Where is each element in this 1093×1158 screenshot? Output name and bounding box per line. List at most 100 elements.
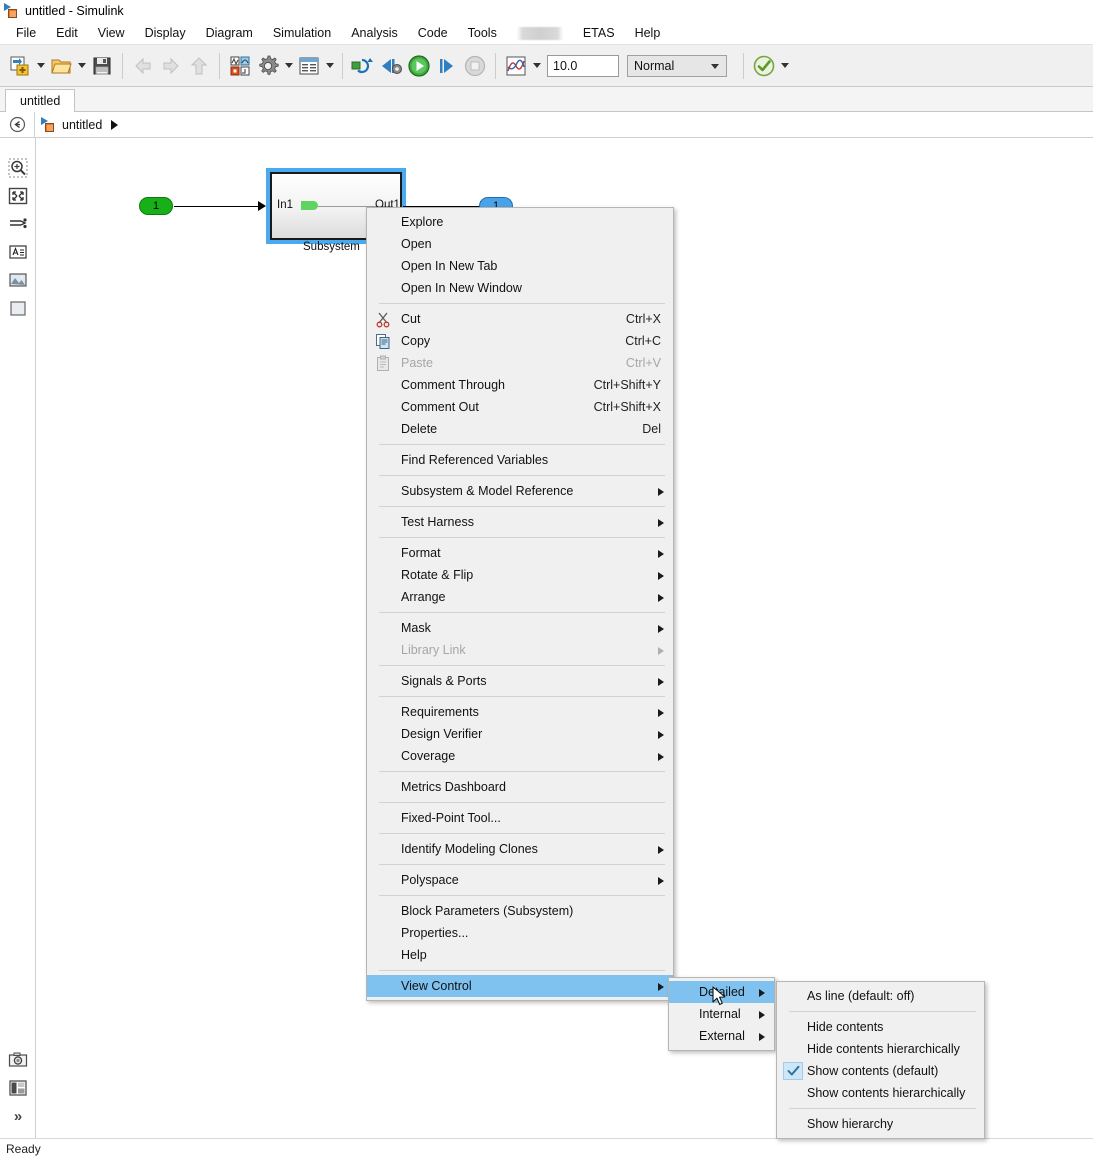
ctx-open-in-new-tab[interactable]: Open In New Tab — [367, 255, 673, 277]
simulation-mode-select[interactable]: Normal — [627, 55, 727, 77]
ctx-requirements[interactable]: Requirements — [367, 701, 673, 723]
image-icon[interactable] — [0, 266, 36, 294]
status-text: Ready — [6, 1142, 41, 1156]
menu-etas[interactable]: ETAS — [573, 23, 625, 43]
ctx-fixed-point-tool[interactable]: Fixed-Point Tool... — [367, 807, 673, 829]
ctx-rotate-flip[interactable]: Rotate & Flip — [367, 564, 673, 586]
signal-line-in[interactable] — [174, 206, 260, 207]
save-icon[interactable] — [88, 52, 116, 80]
menu-diagram[interactable]: Diagram — [196, 23, 263, 43]
ctx-copy[interactable]: Copy Ctrl+C — [367, 330, 673, 352]
model-advisor-dropdown[interactable] — [778, 52, 791, 80]
model-explorer-icon[interactable] — [295, 52, 323, 80]
ctx-comment-out[interactable]: Comment Out Ctrl+Shift+X — [367, 396, 673, 418]
scope-dropdown[interactable] — [530, 52, 543, 80]
ctx-metrics-dashboard[interactable]: Metrics Dashboard — [367, 776, 673, 798]
expand-chevrons-icon[interactable]: » — [0, 1102, 36, 1130]
ctx-cut[interactable]: Cut Ctrl+X — [367, 308, 673, 330]
ctx-block-parameters[interactable]: Block Parameters (Subsystem) — [367, 900, 673, 922]
ctx-library-link: Library Link — [367, 639, 673, 661]
layout-icon[interactable] — [0, 1074, 36, 1102]
ctx-coverage[interactable]: Coverage — [367, 745, 673, 767]
model-advisor-check-icon[interactable] — [750, 52, 778, 80]
new-model-icon[interactable] — [6, 52, 34, 80]
ctx-comment-through-label: Comment Through — [401, 378, 554, 392]
open-dropdown[interactable] — [75, 52, 88, 80]
library-browser-icon[interactable] — [226, 52, 254, 80]
tab-untitled[interactable]: untitled — [5, 89, 75, 112]
submenu-hide-contents[interactable]: Hide contents — [777, 1016, 984, 1038]
submenu-internal[interactable]: Internal — [669, 1003, 774, 1025]
subsystem-in-port-label: In1 — [277, 199, 293, 211]
menu-code[interactable]: Code — [408, 23, 458, 43]
step-forward-icon[interactable] — [433, 52, 461, 80]
ctx-library-link-label: Library Link — [401, 643, 661, 657]
signal-routing-icon[interactable] — [0, 210, 36, 238]
update-model-icon[interactable] — [349, 52, 377, 80]
ctx-properties[interactable]: Properties... — [367, 922, 673, 944]
menu-bar: File Edit View Display Diagram Simulatio… — [0, 22, 1093, 45]
ctx-design-verifier[interactable]: Design Verifier — [367, 723, 673, 745]
ctx-separator-4 — [379, 506, 665, 507]
ctx-open-in-new-window[interactable]: Open In New Window — [367, 277, 673, 299]
zoom-tool-icon[interactable] — [0, 154, 36, 182]
submenu-external-label: External — [699, 1029, 748, 1043]
back-circle-icon[interactable] — [0, 116, 34, 133]
submenu-as-line[interactable]: As line (default: off) — [777, 985, 984, 1007]
breadcrumb-model-name[interactable]: untitled — [62, 118, 102, 132]
ctx-comment-through[interactable]: Comment Through Ctrl+Shift+Y — [367, 374, 673, 396]
camera-icon[interactable] — [0, 1046, 36, 1074]
submenu-show-hierarchy[interactable]: Show hierarchy — [777, 1113, 984, 1135]
model-explorer-dropdown[interactable] — [323, 52, 336, 80]
ctx-delete[interactable]: Delete Del — [367, 418, 673, 440]
submenu-detailed[interactable]: Detailed — [669, 981, 774, 1003]
model-config-dropdown[interactable] — [282, 52, 295, 80]
menu-edit[interactable]: Edit — [46, 23, 88, 43]
ctx-format[interactable]: Format — [367, 542, 673, 564]
menu-redacted-item[interactable] — [517, 27, 563, 40]
menu-view[interactable]: View — [88, 23, 135, 43]
submenu-arrow-icon — [658, 647, 664, 655]
inport-block-1[interactable]: 1 — [139, 197, 173, 215]
ctx-open[interactable]: Open — [367, 233, 673, 255]
step-back-icon[interactable] — [377, 52, 405, 80]
simulation-stop-time-input[interactable] — [547, 55, 619, 77]
checkmark-icon — [783, 1062, 803, 1080]
fit-to-view-icon[interactable] — [0, 182, 36, 210]
ctx-find-referenced-variables[interactable]: Find Referenced Variables — [367, 449, 673, 471]
ctx-view-control[interactable]: View Control — [367, 975, 673, 997]
menu-file[interactable]: File — [6, 23, 46, 43]
ctx-mask[interactable]: Mask — [367, 617, 673, 639]
breadcrumb-arrow-icon[interactable] — [111, 120, 118, 130]
ctx-separator-11 — [379, 833, 665, 834]
menu-tools[interactable]: Tools — [458, 23, 507, 43]
menu-display[interactable]: Display — [135, 23, 196, 43]
menu-help[interactable]: Help — [625, 23, 671, 43]
submenu-show-contents[interactable]: Show contents (default) — [777, 1060, 984, 1082]
menu-analysis[interactable]: Analysis — [341, 23, 408, 43]
ctx-subsystem-model-reference[interactable]: Subsystem & Model Reference — [367, 480, 673, 502]
run-icon[interactable] — [405, 52, 433, 80]
window-title: untitled - Simulink — [25, 4, 124, 18]
ctx-identify-modeling-clones[interactable]: Identify Modeling Clones — [367, 838, 673, 860]
open-folder-icon[interactable] — [47, 52, 75, 80]
ctx-separator-6 — [379, 612, 665, 613]
menu-simulation[interactable]: Simulation — [263, 23, 341, 43]
annotation-icon[interactable] — [0, 238, 36, 266]
area-icon[interactable] — [0, 294, 36, 322]
ctx-signals-ports[interactable]: Signals & Ports — [367, 670, 673, 692]
submenu-arrow-icon — [658, 877, 664, 885]
new-model-dropdown[interactable] — [34, 52, 47, 80]
ctx-explore[interactable]: Explore — [367, 211, 673, 233]
ctx-help[interactable]: Help — [367, 944, 673, 966]
submenu-show-contents-hierarchically[interactable]: Show contents hierarchically — [777, 1082, 984, 1104]
ctx-arrange[interactable]: Arrange — [367, 586, 673, 608]
submenu-hide-contents-hierarchically[interactable]: Hide contents hierarchically — [777, 1038, 984, 1060]
gear-icon[interactable] — [254, 52, 282, 80]
submenu-arrow-icon — [658, 594, 664, 602]
scope-icon[interactable] — [502, 52, 530, 80]
ctx-test-harness[interactable]: Test Harness — [367, 511, 673, 533]
submenu-external[interactable]: External — [669, 1025, 774, 1047]
ctx-polyspace[interactable]: Polyspace — [367, 869, 673, 891]
submenu-arrow-icon — [759, 1033, 765, 1041]
